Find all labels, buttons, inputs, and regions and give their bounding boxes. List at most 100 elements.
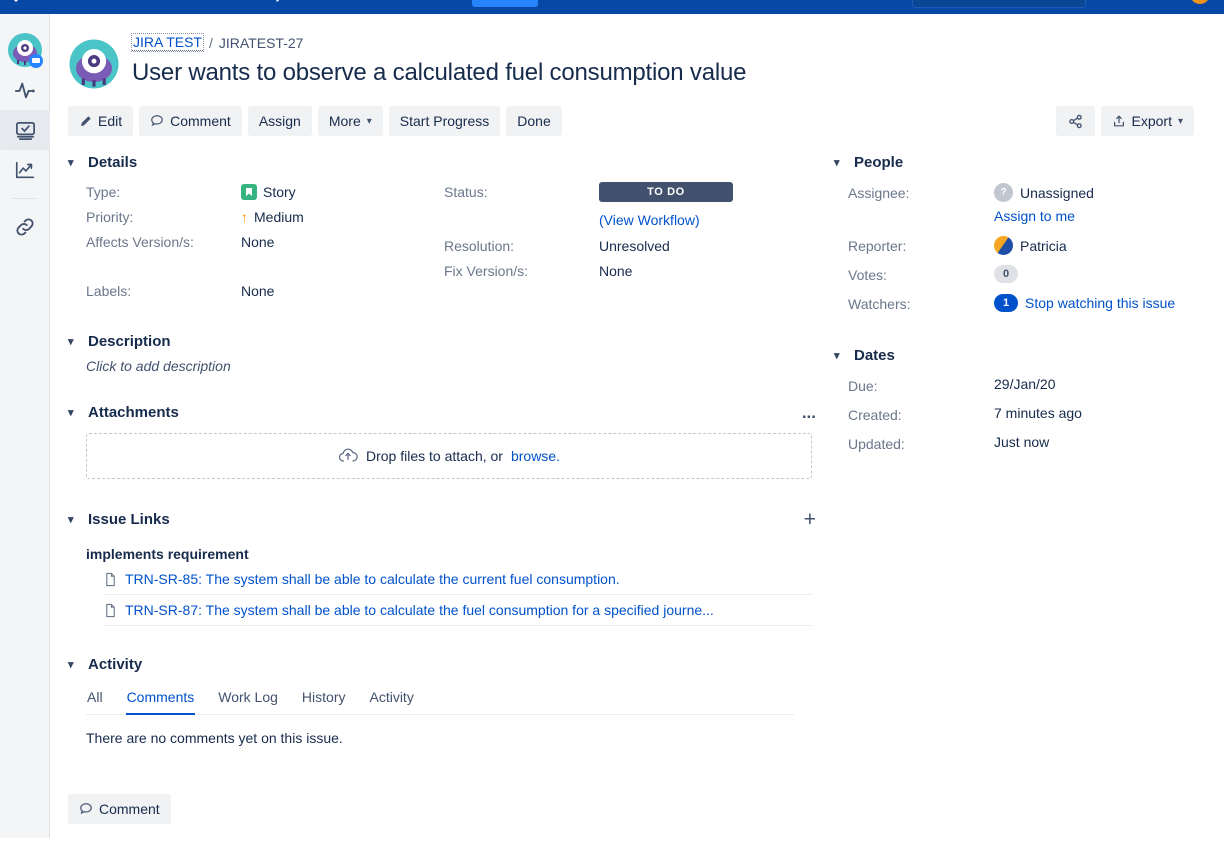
reporter-value: Patricia [1020,238,1067,254]
export-button-label: Export [1132,113,1172,129]
help-icon[interactable]: ? [1122,0,1150,8]
dates-row-due: Due: 29/Jan/20 [848,374,1176,399]
detail-row-priority: Priority: ↑ Medium [86,206,444,231]
breadcrumb-issue-key[interactable]: JIRATEST-27 [219,35,304,51]
issue-link-label[interactable]: TRN-SR-87: The system shall be able to c… [125,602,714,618]
detail-label-fix-version: Fix Version/s: [444,260,599,279]
votes-badge: 0 [994,265,1018,283]
issue-link-type-label: implements requirement [86,546,816,562]
chevron-down-icon[interactable]: ▾ [68,658,80,671]
add-issue-link-icon[interactable]: + [804,509,816,530]
watchers-label: Watchers: [848,292,994,312]
detail-label-type: Type: [86,181,241,200]
upload-cloud-icon [338,446,358,466]
chevron-down-icon[interactable]: ▾ [68,406,80,419]
detail-row-status: Status: TO DO [444,181,802,206]
chevron-down-icon: ▾ [1178,116,1183,127]
assign-to-me-link[interactable]: Assign to me [994,208,1075,224]
sidebar-item-links[interactable] [0,207,50,247]
detail-value-type: Story [263,184,296,200]
chevron-down-icon[interactable]: ▾ [834,156,846,169]
chevron-down-icon[interactable]: ▾ [834,349,846,362]
comment-button-label: Comment [170,113,231,129]
breadcrumb-project-link[interactable]: JIRA TEST [132,34,203,51]
unassigned-avatar-icon: ? [994,183,1013,202]
sidebar-item-reports[interactable] [0,150,50,190]
chevron-down-icon: ▾ [367,116,372,127]
description-heading: Description [88,333,171,350]
bottom-comment-area: Comment [68,794,816,824]
nav-item-dashboards[interactable]: Dashboards [141,0,242,2]
no-comments-message: There are no comments yet on this issue. [86,730,816,746]
assign-button[interactable]: Assign [248,106,312,136]
details-header[interactable]: ▾ Details [68,154,816,171]
detail-row-view-workflow: (View Workflow) [444,206,802,231]
nav-item-projects[interactable]: Projects [242,0,319,2]
browse-link[interactable]: browse. [511,448,560,464]
chevron-down-icon[interactable]: ▾ [68,156,80,169]
done-button[interactable]: Done [506,106,561,136]
nav-item-issues[interactable]: Issues [319,0,385,2]
add-icon[interactable]: + [1090,0,1118,8]
issue-link-label[interactable]: TRN-SR-85: The system shall be able to c… [125,571,620,587]
edit-button[interactable]: Edit [68,106,133,136]
dates-header[interactable]: ▾ Dates [834,347,1176,364]
chevron-down-icon[interactable]: ▾ [68,335,80,348]
issue-action-toolbar: Edit Comment Assign More ▾ Start Progres… [68,106,1200,136]
comment-button[interactable]: Comment [139,106,242,136]
start-progress-button[interactable]: Start Progress [389,106,500,136]
detail-label-priority: Priority: [86,206,241,225]
issue-link-row[interactable]: TRN-SR-87: The system shall be able to c… [104,595,812,626]
search-icon [1065,0,1078,1]
tab-all[interactable]: All [86,685,104,714]
breadcrumb: JIRA TEST / JIRATEST-27 [132,32,746,51]
issue-body: ▾ Details Type: Story [68,154,1200,824]
add-comment-button-label: Comment [99,801,160,817]
jira-logo-icon [8,0,24,2]
reporter-avatar [994,236,1013,255]
tab-comments[interactable]: Comments [126,685,196,714]
tab-history[interactable]: History [301,685,347,714]
dates-heading: Dates [854,347,895,364]
issue-link-row[interactable]: TRN-SR-85: The system shall be able to c… [104,564,812,595]
tab-activity[interactable]: Activity [368,685,414,714]
description-placeholder[interactable]: Click to add description [68,358,816,374]
export-button[interactable]: Export ▾ [1101,106,1195,136]
description-header[interactable]: ▾ Description [68,333,816,350]
people-header[interactable]: ▾ People [834,154,1176,171]
sidebar-item-activity[interactable] [0,70,50,110]
detail-value-labels: None [241,280,274,299]
document-icon [104,603,117,618]
view-workflow-link[interactable]: (View Workflow) [599,212,700,228]
profile-avatar[interactable] [1186,0,1214,8]
more-button[interactable]: More ▾ [318,106,383,136]
tab-work-log[interactable]: Work Log [217,685,279,714]
attachment-dropzone[interactable]: Drop files to attach, or browse. [86,433,812,479]
nav-item-boards[interactable]: Boards [386,0,457,2]
chevron-down-icon[interactable]: ▾ [68,513,80,526]
due-label: Due: [848,374,994,394]
links-icon [14,216,36,238]
settings-icon[interactable]: ⚙ [1154,0,1182,8]
add-comment-button[interactable]: Comment [68,794,171,824]
details-heading: Details [88,154,137,171]
attachments-more-menu-icon[interactable]: ... [802,404,816,421]
details-module: ▾ Details Type: Story [68,154,816,305]
share-button[interactable] [1056,106,1095,136]
sidebar-item-project-avatar[interactable] [0,30,50,70]
share-icon [1068,114,1083,129]
due-value: 29/Jan/20 [994,374,1056,392]
issue-view: JIRA TEST / JIRATEST-27 User wants to ob… [50,14,1224,838]
activity-header[interactable]: ▾ Activity [68,656,816,673]
updated-label: Updated: [848,432,994,452]
stop-watching-link[interactable]: Stop watching this issue [1025,295,1175,311]
project-avatar-icon [7,32,43,68]
detail-value-affects-version: None [241,231,274,250]
create-button[interactable]: Create [472,0,537,7]
search-input[interactable] [912,0,1086,8]
issue-links-header[interactable]: ▾ Issue Links + [68,511,816,528]
jira-logo[interactable]: Jira Software [0,0,141,4]
description-module: ▾ Description Click to add description [68,333,816,374]
sidebar-item-board[interactable] [0,110,50,150]
attachments-header[interactable]: ▾ Attachments ... [68,404,816,421]
